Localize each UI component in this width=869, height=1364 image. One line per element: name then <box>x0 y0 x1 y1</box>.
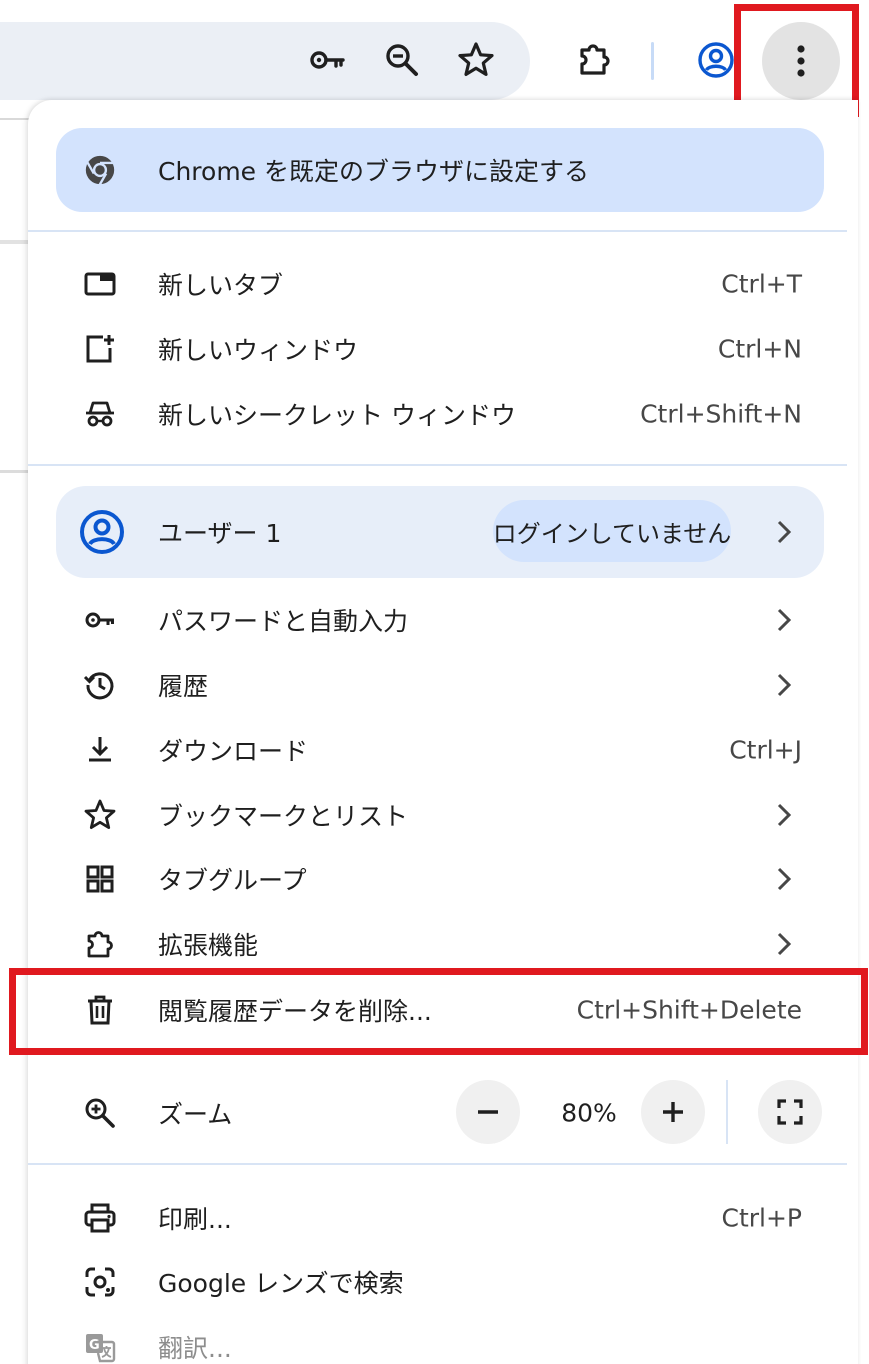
set-default-label: Chrome を既定のブラウザに設定する <box>158 157 590 186</box>
lens-label: Google レンズで検索 <box>158 1269 404 1298</box>
new-tab-shortcut: Ctrl+T <box>721 269 802 299</box>
svg-text:G: G <box>89 1338 100 1353</box>
zoom-out-icon[interactable] <box>380 38 424 82</box>
key-icon[interactable] <box>305 38 349 82</box>
extensions-icon <box>82 926 118 962</box>
translate-icon: G <box>82 1329 118 1364</box>
address-bar[interactable] <box>0 22 530 100</box>
signin-status-badge[interactable]: ログインしていません <box>493 500 731 562</box>
menu-item-translate[interactable]: G 翻訳... <box>56 1316 824 1364</box>
menu-separator <box>28 230 847 232</box>
zoom-in-button[interactable] <box>641 1080 705 1144</box>
zoom-separator <box>726 1080 728 1144</box>
chevron-right-icon <box>774 518 794 546</box>
profile-name: ユーザー 1 <box>158 519 282 548</box>
chevron-right-icon <box>774 606 794 634</box>
translate-label: 翻訳... <box>158 1334 232 1363</box>
downloads-shortcut: Ctrl+J <box>729 735 802 765</box>
chevron-right-icon <box>774 671 794 699</box>
new-window-shortcut: Ctrl+N <box>717 334 802 364</box>
toolbar-separator <box>651 42 654 80</box>
menu-item-downloads[interactable]: ダウンロード Ctrl+J <box>56 719 824 781</box>
extensions-label: 拡張機能 <box>158 931 259 960</box>
download-icon <box>82 732 118 768</box>
incognito-shortcut: Ctrl+Shift+N <box>640 399 802 429</box>
zoom-in-icon <box>82 1095 118 1131</box>
chevron-right-icon <box>774 801 794 829</box>
new-window-icon <box>82 331 118 367</box>
set-default-row: Chrome を既定のブラウザに設定する <box>56 139 824 201</box>
menu-item-bookmarks-lists[interactable]: ブックマークとリスト <box>56 784 824 846</box>
menu-item-zoom: ズーム 80% <box>56 1078 846 1148</box>
key-icon <box>82 602 118 638</box>
extensions-icon[interactable] <box>572 38 616 82</box>
fullscreen-button[interactable] <box>758 1080 822 1144</box>
menu-item-print[interactable]: 印刷... Ctrl+P <box>56 1187 824 1249</box>
menu-separator <box>28 464 847 466</box>
zoom-label: ズーム <box>158 1100 233 1129</box>
zoom-out-button[interactable] <box>456 1080 520 1144</box>
menu-separator <box>28 1163 847 1165</box>
zoom-level-value: 80% <box>561 1098 617 1128</box>
menu-item-google-lens[interactable]: Google レンズで検索 <box>56 1251 824 1313</box>
menu-item-incognito-window[interactable]: 新しいシークレット ウィンドウ Ctrl+Shift+N <box>56 383 824 445</box>
star-icon[interactable] <box>454 38 498 82</box>
chevron-right-icon <box>774 930 794 958</box>
fullscreen-icon <box>777 1099 803 1125</box>
menu-item-extensions[interactable]: 拡張機能 <box>56 913 824 975</box>
profile-icon[interactable] <box>694 38 738 82</box>
tab-groups-label: タブグループ <box>158 866 307 895</box>
star-icon <box>82 797 118 833</box>
minus-icon <box>478 1110 498 1114</box>
bookmarks-label: ブックマークとリスト <box>158 802 409 831</box>
profile-row[interactable]: ユーザー 1 ログインしていません <box>56 486 824 578</box>
downloads-label: ダウンロード <box>158 737 309 766</box>
menu-item-history[interactable]: 履歴 <box>56 654 824 716</box>
tab-groups-icon <box>82 861 118 897</box>
highlight-box-clear-data <box>9 968 868 1055</box>
history-icon <box>82 667 118 703</box>
chrome-logo-icon <box>82 152 118 188</box>
chevron-right-icon <box>774 865 794 893</box>
lens-icon <box>82 1264 118 1300</box>
incognito-label: 新しいシークレット ウィンドウ <box>158 401 516 430</box>
incognito-icon <box>82 396 118 432</box>
menu-item-new-window[interactable]: 新しいウィンドウ Ctrl+N <box>56 318 824 380</box>
set-default-browser-button[interactable]: Chrome を既定のブラウザに設定する <box>56 128 824 212</box>
menu-item-tab-groups[interactable]: タブグループ <box>56 848 824 910</box>
new-window-label: 新しいウィンドウ <box>158 336 359 365</box>
print-shortcut: Ctrl+P <box>721 1203 802 1233</box>
new-tab-label: 新しいタブ <box>158 271 284 300</box>
plus-icon <box>663 1102 683 1122</box>
browser-window: Chrome を既定のブラウザに設定する 新しいタブ Ctrl+T 新しいウィン… <box>0 0 869 1364</box>
new-tab-icon <box>82 266 118 302</box>
print-icon <box>82 1200 118 1236</box>
history-label: 履歴 <box>158 672 209 701</box>
avatar-icon <box>80 510 124 554</box>
menu-item-new-tab[interactable]: 新しいタブ Ctrl+T <box>56 253 824 315</box>
menu-item-passwords-autofill[interactable]: パスワードと自動入力 <box>56 589 824 651</box>
passwords-label: パスワードと自動入力 <box>158 607 409 636</box>
print-label: 印刷... <box>158 1205 232 1234</box>
